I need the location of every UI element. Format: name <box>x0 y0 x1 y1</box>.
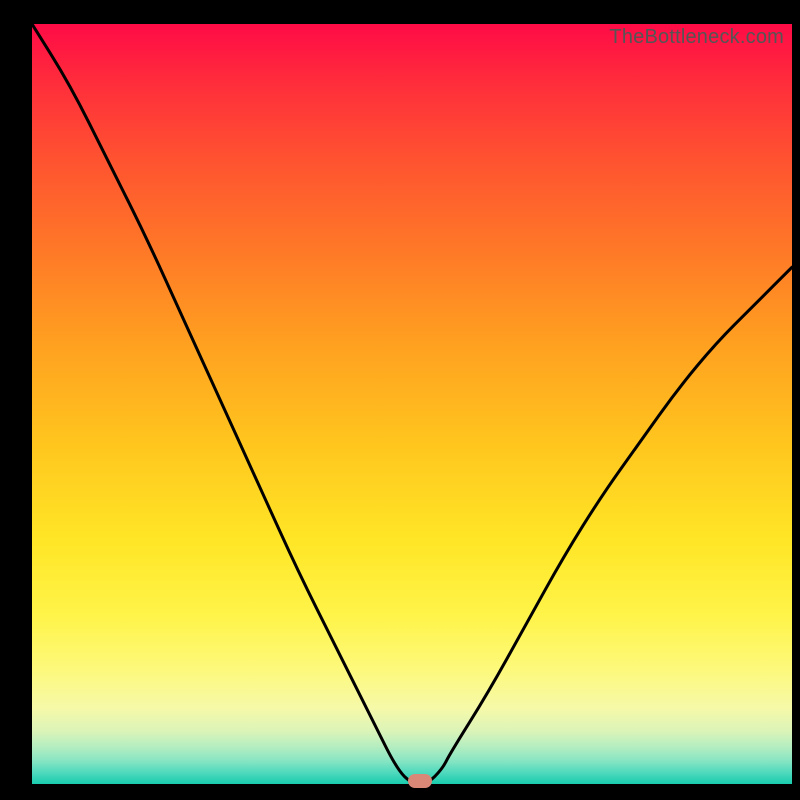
chart-frame: TheBottleneck.com <box>0 0 800 800</box>
optimum-marker <box>408 774 432 788</box>
bottleneck-curve <box>32 24 792 784</box>
plot-area: TheBottleneck.com <box>32 24 792 784</box>
